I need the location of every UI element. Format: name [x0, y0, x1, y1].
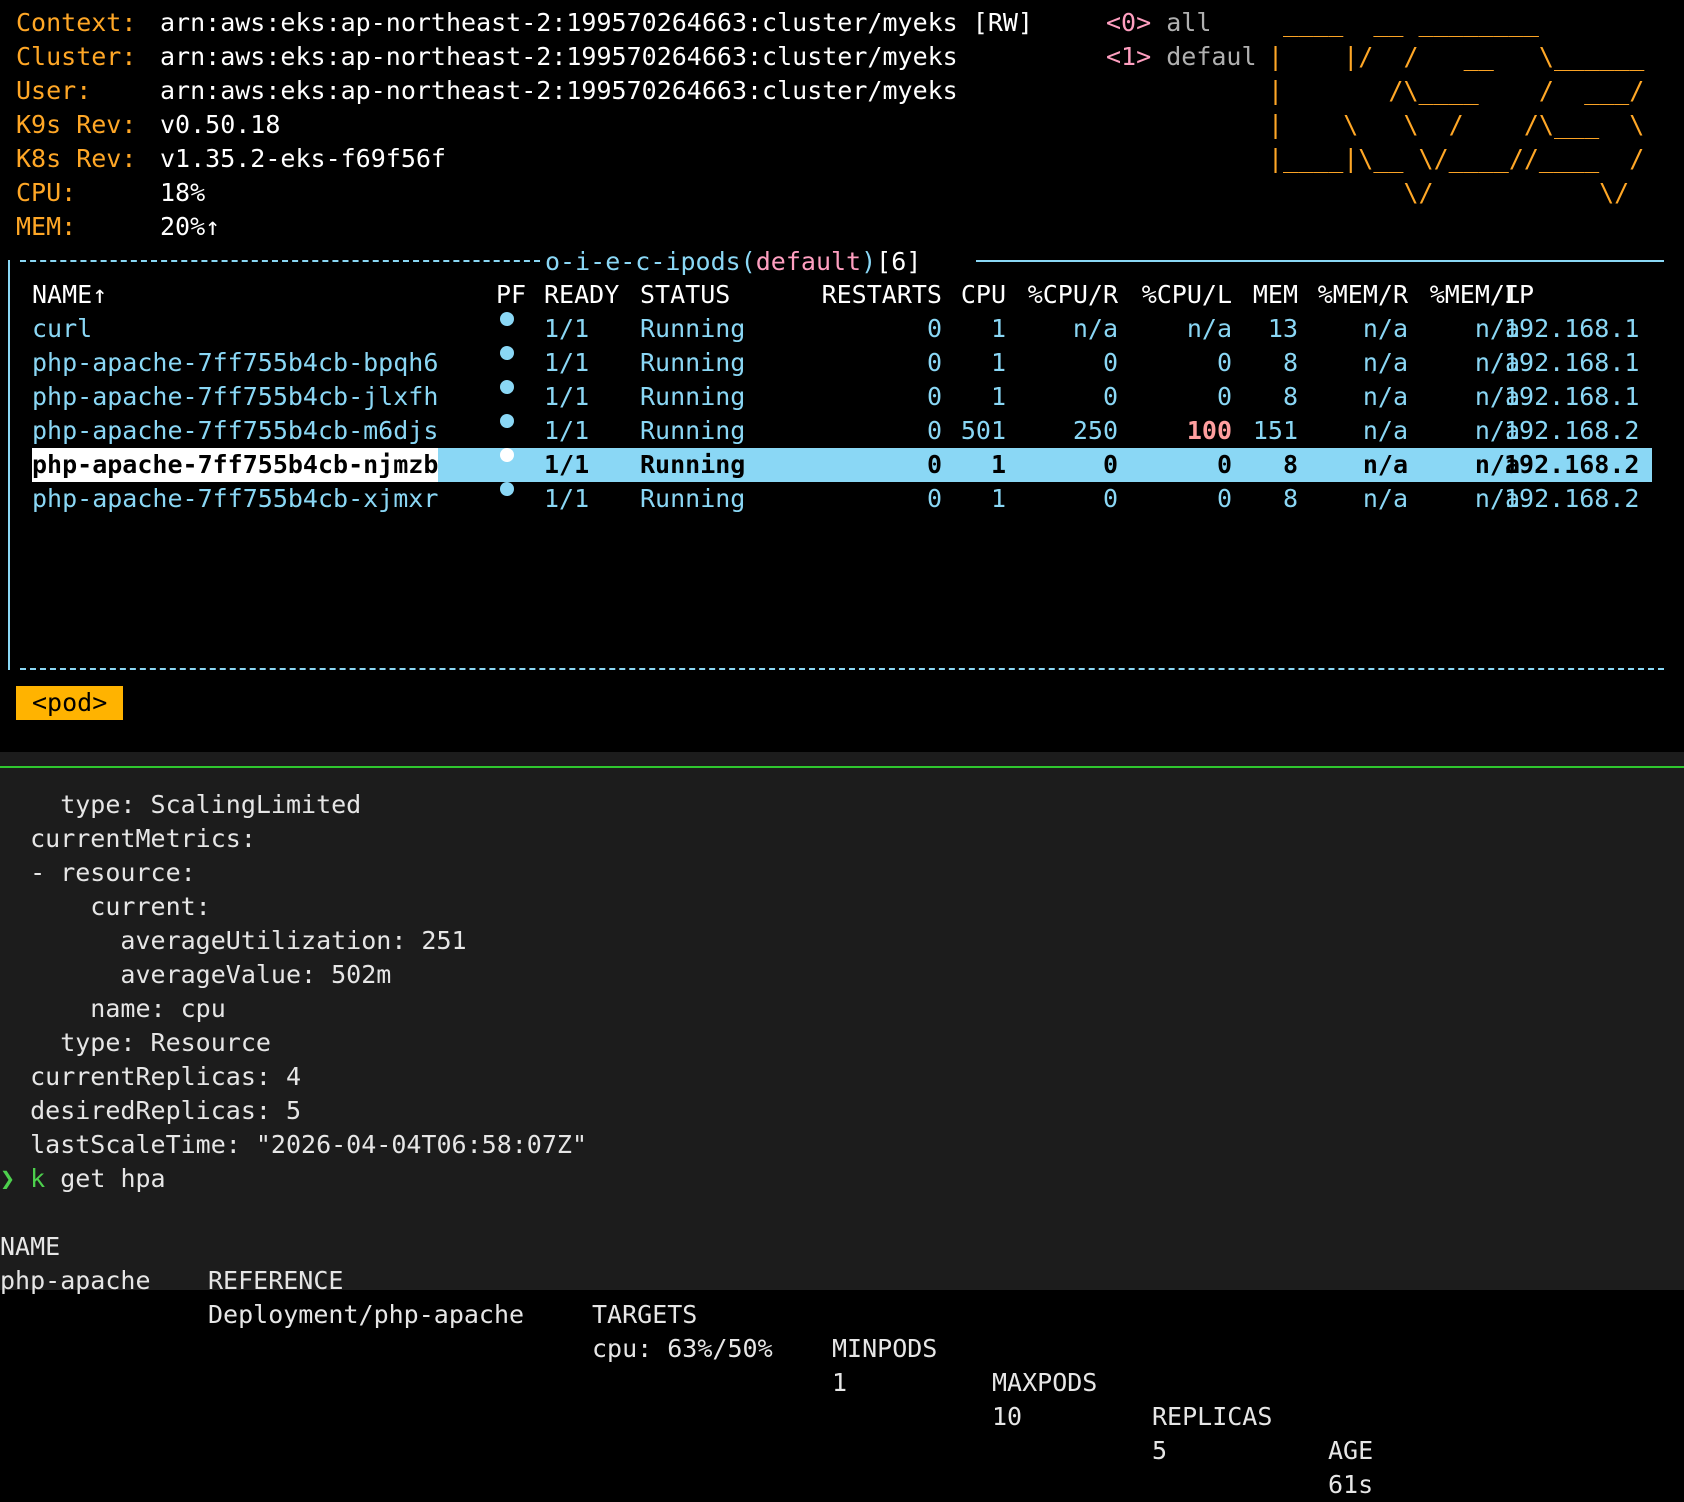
pods-view-title: o-i-e-c-ipods(default)[6]: [545, 247, 922, 276]
port-forward-dot-icon: [500, 380, 514, 394]
port-forward-dot-icon: [500, 482, 514, 496]
k9s-pane: Context: arn:aws:eks:ap-northeast-2:1995…: [0, 0, 1684, 752]
port-forward-dot-icon: [500, 346, 514, 360]
col-restarts[interactable]: RESTARTS: [782, 278, 942, 312]
cluster-label: Cluster:: [16, 42, 137, 71]
cpu-value: 18%: [160, 178, 206, 207]
context-value: arn:aws:eks:ap-northeast-2:199570264663:…: [160, 8, 958, 37]
pod-row[interactable]: php-apache-7ff755b4cb-m6djs 1/1 Running …: [32, 414, 1652, 448]
pod-status: Running: [640, 416, 746, 445]
pod-row[interactable]: php-apache-7ff755b4cb-jlxfh 1/1 Running …: [32, 380, 1652, 414]
pod-name: php-apache-7ff755b4cb-jlxfh: [32, 382, 439, 411]
col-status[interactable]: STATUS: [640, 278, 730, 312]
k8s-rev-label: K8s Rev:: [16, 144, 137, 173]
pod-name: curl: [32, 314, 93, 343]
col-cpu[interactable]: CPU: [944, 278, 1006, 312]
pod-status: Running: [640, 382, 746, 411]
user-value: arn:aws:eks:ap-northeast-2:199570264663:…: [160, 76, 958, 105]
col-cpu-l[interactable]: %CPU/L: [1120, 278, 1232, 312]
namespace-shortcut-1[interactable]: <1> defaul: [1106, 40, 1257, 74]
port-forward-dot-icon: [500, 312, 514, 326]
breadcrumb-pod[interactable]: <pod>: [16, 686, 124, 720]
col-mem-r[interactable]: %MEM/R: [1300, 278, 1408, 312]
pod-name: php-apache-7ff755b4cb-m6djs: [32, 416, 439, 445]
command-line[interactable]: ❯ k get hpa: [0, 1162, 166, 1196]
col-name[interactable]: NAME↑: [32, 278, 107, 312]
hpa-header-row: NAME REFERENCE TARGETS MINPODS MAXPODS R…: [0, 1232, 1374, 1465]
cpu-label: CPU:: [16, 178, 77, 207]
col-pf[interactable]: PF: [496, 278, 526, 312]
command-k: k: [30, 1164, 46, 1193]
col-ready[interactable]: READY: [544, 278, 619, 312]
k9s-rev-label: K9s Rev:: [16, 110, 137, 139]
pod-row[interactable]: php-apache-7ff755b4cb-xjmxr 1/1 Running …: [32, 482, 1652, 516]
cluster-value: arn:aws:eks:ap-northeast-2:199570264663:…: [160, 42, 958, 71]
pane-divider[interactable]: [0, 766, 1684, 768]
hpa-data-row: php-apache Deployment/php-apache cpu: 63…: [0, 1266, 1374, 1499]
k8s-rev-value: v1.35.2-eks-f69f56f: [160, 144, 446, 173]
pod-row[interactable]: curl 1/1 Running 0 1 n/a n/a 13 n/a n/a …: [32, 312, 1652, 346]
pod-name: php-apache-7ff755b4cb-xjmxr: [32, 484, 439, 513]
context-line: Context:: [16, 6, 136, 40]
col-mem[interactable]: MEM: [1234, 278, 1298, 312]
prompt-chevron-icon: ❯: [0, 1164, 16, 1193]
mem-value: 20%↑: [160, 212, 221, 241]
mem-label: MEM:: [16, 212, 77, 241]
col-ip[interactable]: IP: [1504, 278, 1534, 312]
pod-status: Running: [640, 314, 746, 343]
pod-row-selected[interactable]: php-apache-7ff755b4cb-njmzb 1/1 Running …: [32, 448, 1652, 482]
pod-row[interactable]: php-apache-7ff755b4cb-bpqh6 1/1 Running …: [32, 346, 1652, 380]
port-forward-dot-icon: [500, 414, 514, 428]
col-cpu-r[interactable]: %CPU/R: [1008, 278, 1118, 312]
terminal-output: type: ScalingLimited currentMetrics: - r…: [0, 790, 587, 1159]
k9s-rev-value: v0.50.18: [160, 110, 281, 139]
rw-indicator: [RW]: [972, 8, 1033, 37]
namespace-shortcut-0[interactable]: <0> all: [1106, 6, 1211, 40]
cpu-limit-highlight: 100: [1186, 416, 1232, 445]
pod-name: php-apache-7ff755b4cb-njmzb: [32, 448, 439, 482]
context-label: Context:: [16, 8, 137, 37]
pod-name: php-apache-7ff755b4cb-bpqh6: [32, 348, 439, 377]
user-label: User:: [16, 76, 92, 105]
pod-status: Running: [640, 450, 746, 479]
current-namespace: default: [755, 247, 862, 276]
pods-table-header: NAME↑ PF READY STATUS RESTARTS CPU %CPU/…: [32, 278, 1652, 312]
pod-status: Running: [640, 484, 746, 513]
pod-count: [6]: [876, 247, 922, 276]
k9s-logo: ____ __ ________ | |/ / __ \______ | /\__…: [1268, 8, 1645, 207]
port-forward-dot-icon: [500, 448, 514, 462]
pod-status: Running: [640, 348, 746, 377]
command-text: get hpa: [45, 1164, 166, 1193]
